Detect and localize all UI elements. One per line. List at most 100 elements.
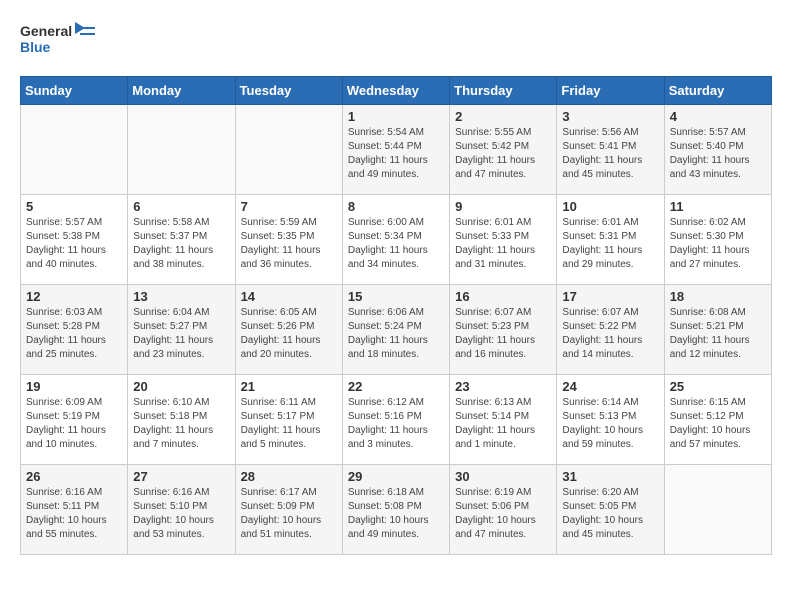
day-cell: 16 Sunrise: 6:07 AM Sunset: 5:23 PM Dayli… [450,285,557,375]
day-number: 17 [562,289,658,304]
day-cell: 30 Sunrise: 6:19 AM Sunset: 5:06 PM Dayli… [450,465,557,555]
day-info: Sunrise: 6:16 AM Sunset: 5:11 PM Dayligh… [26,486,122,542]
day-info: Sunrise: 6:03 AM Sunset: 5:28 PM Dayligh… [26,306,122,362]
day-number: 7 [241,199,337,214]
logo-icon: GeneralBlue [20,20,100,60]
day-info: Sunrise: 5:56 AM Sunset: 5:41 PM Dayligh… [562,126,658,182]
day-number: 26 [26,469,122,484]
day-cell: 19 Sunrise: 6:09 AM Sunset: 5:19 PM Dayli… [21,375,128,465]
day-number: 11 [670,199,766,214]
day-cell: 22 Sunrise: 6:12 AM Sunset: 5:16 PM Dayli… [342,375,449,465]
day-info: Sunrise: 5:54 AM Sunset: 5:44 PM Dayligh… [348,126,444,182]
day-number: 30 [455,469,551,484]
day-number: 2 [455,109,551,124]
header-cell-monday: Monday [128,77,235,105]
day-info: Sunrise: 6:01 AM Sunset: 5:33 PM Dayligh… [455,216,551,272]
day-number: 13 [133,289,229,304]
day-info: Sunrise: 5:59 AM Sunset: 5:35 PM Dayligh… [241,216,337,272]
day-cell: 27 Sunrise: 6:16 AM Sunset: 5:10 PM Dayli… [128,465,235,555]
day-cell: 4 Sunrise: 5:57 AM Sunset: 5:40 PM Daylig… [664,105,771,195]
day-cell: 21 Sunrise: 6:11 AM Sunset: 5:17 PM Dayli… [235,375,342,465]
week-row-3: 12 Sunrise: 6:03 AM Sunset: 5:28 PM Dayli… [21,285,772,375]
day-cell [664,465,771,555]
svg-text:General: General [20,23,72,39]
header-cell-wednesday: Wednesday [342,77,449,105]
day-number: 20 [133,379,229,394]
day-cell: 28 Sunrise: 6:17 AM Sunset: 5:09 PM Dayli… [235,465,342,555]
day-cell [128,105,235,195]
day-number: 12 [26,289,122,304]
day-cell [21,105,128,195]
day-number: 3 [562,109,658,124]
day-info: Sunrise: 6:00 AM Sunset: 5:34 PM Dayligh… [348,216,444,272]
day-cell: 5 Sunrise: 5:57 AM Sunset: 5:38 PM Daylig… [21,195,128,285]
day-number: 27 [133,469,229,484]
day-info: Sunrise: 6:09 AM Sunset: 5:19 PM Dayligh… [26,396,122,452]
day-info: Sunrise: 6:17 AM Sunset: 5:09 PM Dayligh… [241,486,337,542]
day-info: Sunrise: 6:08 AM Sunset: 5:21 PM Dayligh… [670,306,766,362]
day-cell: 12 Sunrise: 6:03 AM Sunset: 5:28 PM Dayli… [21,285,128,375]
day-cell: 11Sunrise: 6:02 AM Sunset: 5:30 PM Dayli… [664,195,771,285]
day-info: Sunrise: 5:57 AM Sunset: 5:38 PM Dayligh… [26,216,122,272]
day-number: 4 [670,109,766,124]
week-row-1: 1Sunrise: 5:54 AM Sunset: 5:44 PM Daylig… [21,105,772,195]
day-number: 21 [241,379,337,394]
day-number: 28 [241,469,337,484]
day-info: Sunrise: 6:05 AM Sunset: 5:26 PM Dayligh… [241,306,337,362]
header: GeneralBlue [20,20,772,60]
day-info: Sunrise: 6:16 AM Sunset: 5:10 PM Dayligh… [133,486,229,542]
day-cell: 13 Sunrise: 6:04 AM Sunset: 5:27 PM Dayli… [128,285,235,375]
calendar-table: SundayMondayTuesdayWednesdayThursdayFrid… [20,76,772,555]
day-info: Sunrise: 6:10 AM Sunset: 5:18 PM Dayligh… [133,396,229,452]
day-number: 23 [455,379,551,394]
day-info: Sunrise: 6:07 AM Sunset: 5:23 PM Dayligh… [455,306,551,362]
header-cell-sunday: Sunday [21,77,128,105]
day-info: Sunrise: 6:13 AM Sunset: 5:14 PM Dayligh… [455,396,551,452]
day-number: 18 [670,289,766,304]
day-cell: 10 Sunrise: 6:01 AM Sunset: 5:31 PM Dayli… [557,195,664,285]
week-row-4: 19 Sunrise: 6:09 AM Sunset: 5:19 PM Dayli… [21,375,772,465]
day-info: Sunrise: 6:07 AM Sunset: 5:22 PM Dayligh… [562,306,658,362]
logo: GeneralBlue [20,20,100,60]
header-cell-saturday: Saturday [664,77,771,105]
day-cell: 8 Sunrise: 6:00 AM Sunset: 5:34 PM Daylig… [342,195,449,285]
day-info: Sunrise: 6:12 AM Sunset: 5:16 PM Dayligh… [348,396,444,452]
day-number: 8 [348,199,444,214]
day-number: 19 [26,379,122,394]
day-cell: 2 Sunrise: 5:55 AM Sunset: 5:42 PM Daylig… [450,105,557,195]
day-number: 22 [348,379,444,394]
day-info: Sunrise: 6:15 AM Sunset: 5:12 PM Dayligh… [670,396,766,452]
header-cell-thursday: Thursday [450,77,557,105]
day-info: Sunrise: 5:55 AM Sunset: 5:42 PM Dayligh… [455,126,551,182]
day-cell: 3 Sunrise: 5:56 AM Sunset: 5:41 PM Daylig… [557,105,664,195]
day-info: Sunrise: 6:14 AM Sunset: 5:13 PM Dayligh… [562,396,658,452]
day-cell: 23 Sunrise: 6:13 AM Sunset: 5:14 PM Dayli… [450,375,557,465]
day-cell: 7 Sunrise: 5:59 AM Sunset: 5:35 PM Daylig… [235,195,342,285]
day-number: 10 [562,199,658,214]
day-info: Sunrise: 6:06 AM Sunset: 5:24 PM Dayligh… [348,306,444,362]
day-info: Sunrise: 6:04 AM Sunset: 5:27 PM Dayligh… [133,306,229,362]
day-cell: 26 Sunrise: 6:16 AM Sunset: 5:11 PM Dayli… [21,465,128,555]
day-number: 15 [348,289,444,304]
day-info: Sunrise: 6:18 AM Sunset: 5:08 PM Dayligh… [348,486,444,542]
day-cell: 20 Sunrise: 6:10 AM Sunset: 5:18 PM Dayli… [128,375,235,465]
day-cell: 18 Sunrise: 6:08 AM Sunset: 5:21 PM Dayli… [664,285,771,375]
week-row-5: 26 Sunrise: 6:16 AM Sunset: 5:11 PM Dayli… [21,465,772,555]
header-cell-tuesday: Tuesday [235,77,342,105]
day-number: 16 [455,289,551,304]
day-cell: 31Sunrise: 6:20 AM Sunset: 5:05 PM Dayli… [557,465,664,555]
day-info: Sunrise: 6:19 AM Sunset: 5:06 PM Dayligh… [455,486,551,542]
svg-text:Blue: Blue [20,39,51,55]
day-info: Sunrise: 6:01 AM Sunset: 5:31 PM Dayligh… [562,216,658,272]
day-cell: 25Sunrise: 6:15 AM Sunset: 5:12 PM Dayli… [664,375,771,465]
day-cell: 6Sunrise: 5:58 AM Sunset: 5:37 PM Daylig… [128,195,235,285]
day-cell: 24Sunrise: 6:14 AM Sunset: 5:13 PM Dayli… [557,375,664,465]
day-cell: 14Sunrise: 6:05 AM Sunset: 5:26 PM Dayli… [235,285,342,375]
day-cell [235,105,342,195]
day-info: Sunrise: 5:58 AM Sunset: 5:37 PM Dayligh… [133,216,229,272]
day-info: Sunrise: 6:11 AM Sunset: 5:17 PM Dayligh… [241,396,337,452]
day-info: Sunrise: 5:57 AM Sunset: 5:40 PM Dayligh… [670,126,766,182]
day-number: 5 [26,199,122,214]
day-number: 29 [348,469,444,484]
week-row-2: 5 Sunrise: 5:57 AM Sunset: 5:38 PM Daylig… [21,195,772,285]
